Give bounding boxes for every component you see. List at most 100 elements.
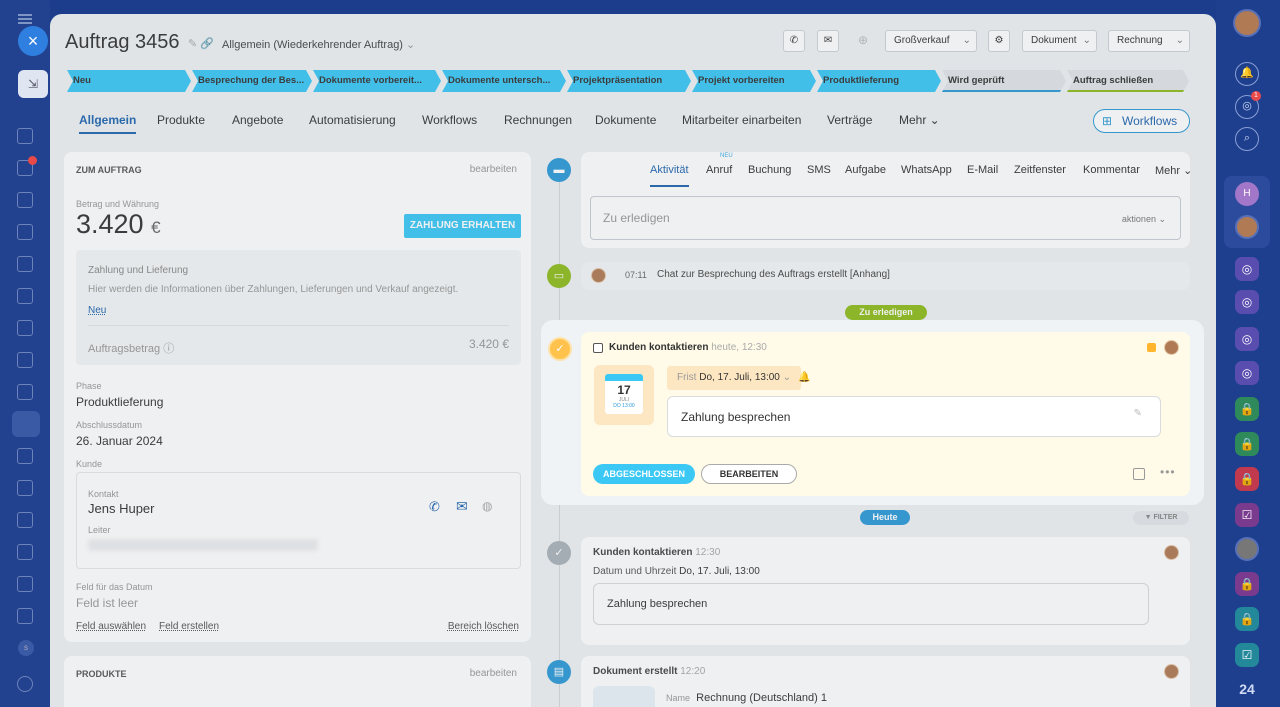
pencil-icon[interactable]: ✎	[1134, 408, 1142, 419]
stage-3[interactable]: Dokumente untersch...	[442, 70, 566, 92]
goal-icon[interactable]	[17, 608, 33, 624]
invoice-dropdown[interactable]: Rechnung ⌄	[1108, 30, 1190, 52]
channel-icon-2[interactable]: ◎	[1235, 290, 1259, 314]
menu-icon[interactable]	[18, 14, 32, 16]
user-s-icon[interactable]: s	[18, 640, 34, 656]
tasks-icon[interactable]	[17, 192, 33, 208]
tab-2[interactable]: Angebote	[232, 113, 283, 127]
payment-icon[interactable]	[17, 288, 33, 304]
workflows-button[interactable]: ⊞ Workflows	[1093, 109, 1190, 133]
mail-button[interactable]: ✉	[817, 30, 839, 52]
activity-tab-2[interactable]: Buchung	[748, 164, 791, 176]
stage-7[interactable]: Wird geprüft	[942, 70, 1066, 92]
select-field-link[interactable]: Feld auswählen	[76, 621, 146, 632]
stage-0[interactable]: Neu	[67, 70, 191, 92]
task-description[interactable]: Zahlung besprechen ✎	[667, 396, 1161, 437]
lock-icon-1[interactable]: 🔒	[1235, 397, 1259, 421]
activity-tab-4[interactable]: Aufgabe	[845, 164, 886, 176]
settings-icon[interactable]	[17, 676, 33, 692]
channel-icon-3[interactable]: ◎	[1235, 327, 1259, 351]
chat-avatar-2[interactable]	[1235, 537, 1259, 561]
task-title[interactable]: Kunden kontaktieren heute, 12:30	[609, 342, 767, 353]
activity-tab-8[interactable]: Kommentar	[1083, 164, 1140, 176]
contacts-icon[interactable]	[17, 224, 33, 240]
search-chat-icon[interactable]: ⌕	[1235, 127, 1259, 151]
phone-button[interactable]: ✆	[783, 30, 805, 52]
tab-4[interactable]: Workflows	[422, 113, 477, 127]
cart-icon[interactable]	[17, 384, 33, 400]
tab-9[interactable]: Mehr ⌄	[899, 113, 940, 127]
lock-icon-4[interactable]: 🔒	[1235, 572, 1259, 596]
tab-6[interactable]: Dokumente	[595, 113, 656, 127]
payment-new-link[interactable]: Neu	[88, 305, 106, 316]
contact-name[interactable]: Jens Huper	[88, 501, 154, 516]
settings-button[interactable]: ⚙	[988, 30, 1010, 52]
calendar-icon[interactable]	[17, 544, 33, 560]
color-marker[interactable]	[1147, 343, 1156, 352]
collapse-icon[interactable]: ⇲	[18, 70, 48, 98]
stage-1[interactable]: Besprechung der Bes...	[192, 70, 312, 92]
chat-text[interactable]: Chat zur Besprechung des Auftrags erstel…	[657, 269, 890, 280]
tab-1[interactable]: Produkte	[157, 113, 205, 127]
user-h-avatar[interactable]: H	[1235, 182, 1259, 206]
bot-icon[interactable]	[17, 576, 33, 592]
profile-avatar[interactable]	[1233, 9, 1261, 37]
tab-0[interactable]: Allgemein	[79, 113, 137, 134]
complete-button[interactable]: ABGESCHLOSSEN	[593, 464, 695, 484]
stage-5[interactable]: Projekt vorbereiten	[692, 70, 816, 92]
activity-tab-5[interactable]: WhatsApp	[901, 164, 952, 176]
sign-icon[interactable]	[17, 448, 33, 464]
analytics-icon[interactable]	[17, 352, 33, 368]
channel-icon-1[interactable]: ◎	[1235, 257, 1259, 281]
stage-8[interactable]: Auftrag schließen	[1067, 70, 1189, 92]
target-icon[interactable]	[17, 512, 33, 528]
category-dropdown[interactable]: Allgemein (Wiederkehrender Auftrag) ⌄	[222, 38, 415, 51]
products-edit-link[interactable]: bearbeiten	[470, 668, 517, 679]
activity-tab-9[interactable]: Mehr ⌄	[1155, 164, 1192, 177]
close-icon[interactable]: ×	[18, 26, 48, 56]
doc-name[interactable]: Name Rechnung (Deutschland) 1	[666, 692, 827, 704]
bell-icon[interactable]: 🔔	[1235, 62, 1259, 86]
activity-tab-3[interactable]: SMS	[807, 164, 831, 176]
lock-icon-3[interactable]: 🔒	[1235, 467, 1259, 491]
mode-dropdown[interactable]: Großverkauf ⌄	[885, 30, 977, 52]
task-icon-1[interactable]: ☑	[1235, 503, 1259, 527]
bell-icon[interactable]: 🔔	[798, 372, 810, 383]
cards-icon[interactable]	[17, 480, 33, 496]
monitor-icon[interactable]	[17, 320, 33, 336]
edit-button[interactable]: BEARBEITEN	[701, 464, 797, 484]
channel-icon-4[interactable]: ◎	[1235, 361, 1259, 385]
bitrix24-logo[interactable]: 24	[1235, 681, 1259, 697]
chat-avatar[interactable]	[1235, 215, 1259, 239]
edit-icon[interactable]: ✎ 🔗	[188, 37, 214, 50]
clear-area-link[interactable]: Bereich löschen	[448, 621, 519, 632]
task-checkbox[interactable]	[593, 343, 603, 353]
deadline-dropdown[interactable]: Frist Do, 17. Juli, 13:00 ⌄	[667, 366, 802, 390]
activity-tab-0[interactable]: Aktivität	[650, 164, 689, 187]
lock-icon-2[interactable]: 🔒	[1235, 432, 1259, 456]
create-field-link[interactable]: Feld erstellen	[159, 621, 219, 632]
stage-4[interactable]: Projektpräsentation	[567, 70, 691, 92]
todo-input[interactable]: Zu erledigen aktionen ⌄	[590, 196, 1181, 240]
lock-icon-5[interactable]: 🔒	[1235, 607, 1259, 631]
edit-link[interactable]: bearbeiten	[470, 164, 517, 175]
activity-tab-6[interactable]: E-Mail	[967, 164, 998, 176]
activity-tab-7[interactable]: Zeitfenster	[1014, 164, 1066, 176]
activity-tab-1[interactable]: Anruf	[706, 164, 732, 176]
stage-2[interactable]: Dokumente vorbereit...	[313, 70, 441, 92]
stage-6[interactable]: Produktlieferung	[817, 70, 941, 92]
docs-icon[interactable]	[17, 256, 33, 272]
contact-phone-icon[interactable]: ✆	[429, 499, 440, 515]
tab-3[interactable]: Automatisierung	[309, 113, 396, 127]
link-icon[interactable]: ⊕	[858, 33, 868, 47]
more-icon[interactable]: •••	[1160, 465, 1176, 479]
tab-7[interactable]: Mitarbeiter einarbeiten	[682, 113, 801, 127]
task-icon-2[interactable]: ☑	[1235, 643, 1259, 667]
tab-8[interactable]: Verträge	[827, 113, 872, 127]
feed-icon[interactable]	[17, 128, 33, 144]
contact-mail-icon[interactable]: ✉	[456, 498, 468, 515]
note-icon[interactable]	[1133, 468, 1145, 480]
payment-received-button[interactable]: ZAHLUNG ERHALTEN	[404, 214, 521, 238]
actions-dropdown[interactable]: aktionen ⌄	[1122, 214, 1166, 225]
filter-button[interactable]: ▼ FILTER	[1133, 511, 1189, 525]
